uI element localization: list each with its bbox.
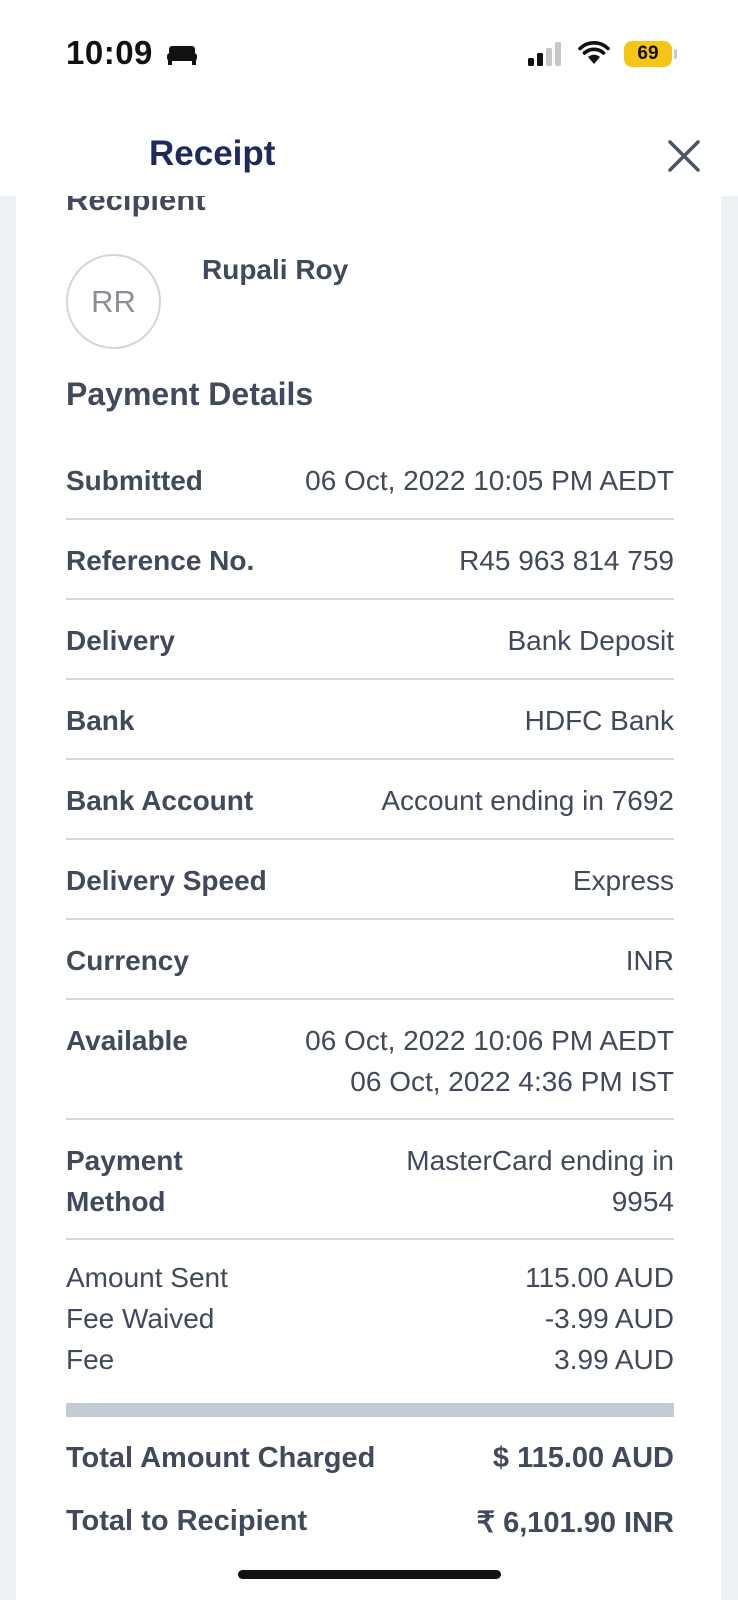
detail-value-line2: 9954 <box>611 1186 674 1217</box>
detail-value-line1: MasterCard ending in <box>406 1145 674 1176</box>
detail-value-line1: 06 Oct, 2022 10:06 PM AEDT <box>305 1025 674 1056</box>
detail-row-payment-method: Payment Method MasterCard ending in 9954 <box>66 1130 674 1240</box>
battery-indicator: 69 <box>624 41 672 67</box>
detail-row-bank: Bank HDFC Bank <box>66 690 674 760</box>
detail-label: Reference No. <box>66 545 255 576</box>
detail-label-line2: Method <box>66 1186 166 1217</box>
detail-value: INR <box>625 945 674 976</box>
totals-divider <box>66 1403 674 1417</box>
detail-label-line1: Payment <box>66 1145 183 1176</box>
detail-value: Account ending in 7692 <box>381 785 674 816</box>
recipient-section-title: Recipient <box>66 196 206 217</box>
detail-row-delivery: Delivery Bank Deposit <box>66 610 674 680</box>
detail-value: HDFC Bank <box>524 705 674 736</box>
total-value: $ 115.00 AUD <box>492 1442 674 1474</box>
amount-value: -3.99 AUD <box>544 1303 674 1334</box>
detail-row-reference: Reference No. R45 963 814 759 <box>66 530 674 600</box>
amount-row-sent: Amount Sent 115.00 AUD <box>66 1262 674 1303</box>
detail-label: Bank Account <box>66 785 254 816</box>
detail-value: 06 Oct, 2022 10:05 PM AEDT <box>305 465 674 496</box>
payment-details-title: Payment Details <box>66 376 314 412</box>
detail-label: Available <box>66 1025 188 1056</box>
home-indicator[interactable] <box>238 1570 501 1579</box>
detail-label: Delivery <box>66 625 175 656</box>
detail-value: Express <box>572 865 674 896</box>
detail-label: Currency <box>66 945 189 976</box>
amount-row-fee-waived: Fee Waived -3.99 AUD <box>66 1303 674 1344</box>
amount-value: 3.99 AUD <box>554 1344 674 1375</box>
total-value: ₹ 6,101.90 INR <box>476 1507 674 1539</box>
avatar: RR <box>66 254 161 349</box>
wifi-icon <box>578 41 610 64</box>
cellular-signal-icon <box>528 42 561 66</box>
detail-row-delivery-speed: Delivery Speed Express <box>66 850 674 920</box>
bed-icon <box>167 46 197 65</box>
detail-label: Delivery Speed <box>66 865 267 896</box>
status-bar: 10:09 69 <box>0 0 738 110</box>
amount-label: Amount Sent <box>66 1262 228 1293</box>
detail-label: Submitted <box>66 465 203 496</box>
amount-row-fee: Fee 3.99 AUD <box>66 1344 674 1385</box>
receipt-header: Receipt <box>0 110 738 196</box>
detail-value: Bank Deposit <box>507 625 674 656</box>
detail-value: R45 963 814 759 <box>459 545 674 576</box>
total-label: Total to Recipient <box>66 1505 308 1537</box>
detail-label: Bank <box>66 705 135 736</box>
status-time: 10:09 <box>66 34 153 71</box>
amount-value: 115.00 AUD <box>525 1262 674 1293</box>
receipt-card: Recipient RR Rupali Roy Payment Details … <box>16 196 721 1600</box>
amount-label: Fee <box>66 1344 115 1375</box>
recipient-name: Rupali Roy <box>202 254 349 285</box>
amount-label: Fee Waived <box>66 1303 215 1334</box>
total-label: Total Amount Charged <box>66 1442 376 1474</box>
detail-value-line2: 06 Oct, 2022 4:36 PM IST <box>350 1066 674 1097</box>
detail-row-currency: Currency INR <box>66 930 674 1000</box>
battery-cap <box>674 49 677 59</box>
page-title: Receipt <box>149 134 276 173</box>
detail-row-submitted: Submitted 06 Oct, 2022 10:05 PM AEDT <box>66 450 674 520</box>
detail-row-bank-account: Bank Account Account ending in 7692 <box>66 770 674 840</box>
close-icon[interactable] <box>664 136 704 176</box>
detail-row-available: Available 06 Oct, 2022 10:06 PM AEDT 06 … <box>66 1010 674 1120</box>
